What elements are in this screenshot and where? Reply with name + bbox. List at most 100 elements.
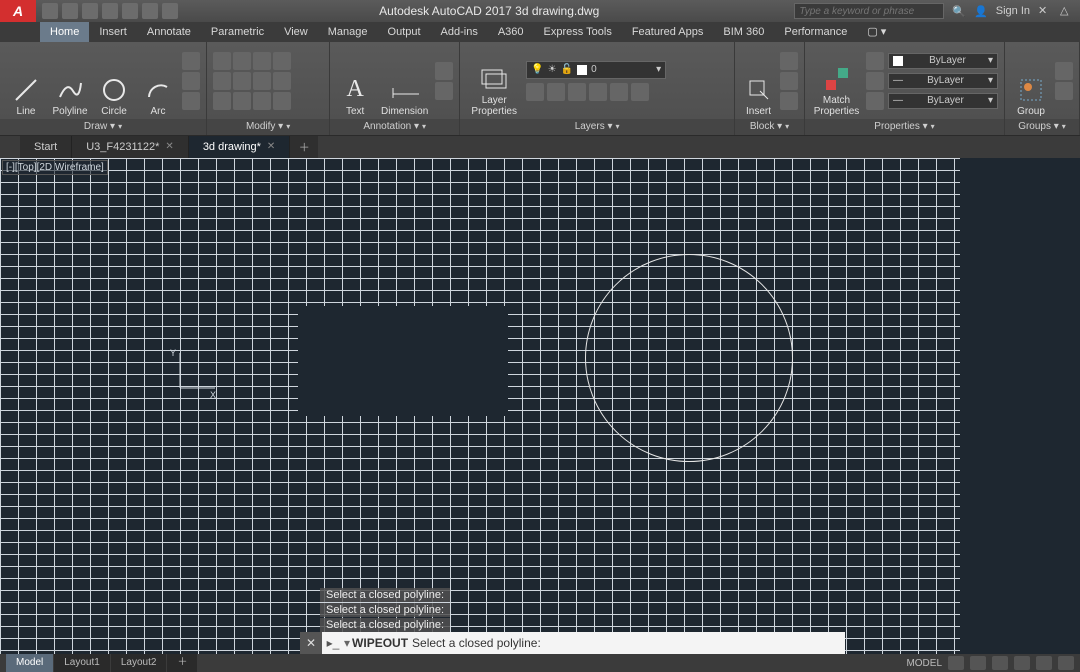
ribbon-tab-annotate[interactable]: Annotate bbox=[137, 22, 201, 42]
signin-label[interactable]: Sign In bbox=[996, 5, 1030, 17]
panel-title-annotation[interactable]: Annotation ▾ bbox=[330, 119, 459, 135]
lineweight-dropdown[interactable]: —ByLayer▾ bbox=[888, 73, 998, 89]
edit-attr-icon[interactable] bbox=[780, 92, 798, 110]
current-layer-dropdown[interactable]: 💡 ☀ 🔓 0 ▾ bbox=[526, 61, 666, 79]
layer-make-current-icon[interactable] bbox=[589, 83, 607, 101]
ribbon-tab-manage[interactable]: Manage bbox=[318, 22, 378, 42]
group-edit-icon[interactable] bbox=[1055, 82, 1073, 100]
command-line[interactable]: ✕ ▸_ ▾ WIPEOUT Select a closed polyline: bbox=[300, 632, 845, 654]
offset-icon[interactable] bbox=[273, 92, 291, 110]
stretch-icon[interactable] bbox=[213, 92, 231, 110]
model-space-label[interactable]: MODEL bbox=[906, 658, 942, 669]
fillet-icon[interactable] bbox=[253, 72, 271, 90]
panel-title-layers[interactable]: Layers ▾ bbox=[460, 119, 734, 135]
rotate-icon[interactable] bbox=[233, 52, 251, 70]
command-close-icon[interactable]: ✕ bbox=[300, 632, 322, 654]
move-icon[interactable] bbox=[213, 52, 231, 70]
help-icon[interactable]: △ bbox=[1060, 4, 1074, 18]
panel-title-properties[interactable]: Properties ▾ bbox=[805, 119, 1004, 135]
new-tab-button[interactable]: ＋ bbox=[290, 136, 318, 158]
file-tab-start[interactable]: Start bbox=[20, 136, 72, 158]
tool-circle[interactable]: Circle bbox=[94, 45, 134, 117]
mirror-icon[interactable] bbox=[233, 72, 251, 90]
ungroup-icon[interactable] bbox=[1055, 62, 1073, 80]
qat-plot-icon[interactable] bbox=[122, 3, 138, 19]
draw-flyout-2-icon[interactable] bbox=[182, 72, 200, 90]
draw-flyout-3-icon[interactable] bbox=[182, 92, 200, 110]
panel-title-modify[interactable]: Modify ▾ bbox=[207, 119, 329, 135]
prop-list1-icon[interactable] bbox=[866, 52, 884, 70]
qat-save-icon[interactable] bbox=[82, 3, 98, 19]
exchange-icon[interactable]: ✕ bbox=[1038, 4, 1052, 18]
tool-dimension[interactable]: Dimension bbox=[378, 45, 431, 117]
panel-title-draw[interactable]: Draw ▾ bbox=[0, 119, 206, 135]
layout-tab-model[interactable]: Model bbox=[6, 654, 53, 672]
file-tab-2[interactable]: 3d drawing*✕ bbox=[189, 136, 290, 158]
ribbon-tab-parametric[interactable]: Parametric bbox=[201, 22, 274, 42]
copy-icon[interactable] bbox=[213, 72, 231, 90]
polar-toggle-icon[interactable] bbox=[1014, 656, 1030, 670]
lineweight-toggle-icon[interactable] bbox=[1058, 656, 1074, 670]
snap-toggle-icon[interactable] bbox=[970, 656, 986, 670]
explode-icon[interactable] bbox=[273, 72, 291, 90]
tool-group[interactable]: Group bbox=[1011, 45, 1051, 117]
prop-list3-icon[interactable] bbox=[866, 92, 884, 110]
layout-tab-add[interactable]: ＋ bbox=[167, 654, 197, 672]
close-icon[interactable]: ✕ bbox=[165, 136, 173, 158]
ribbon-tab-addins[interactable]: Add-ins bbox=[431, 22, 488, 42]
ortho-toggle-icon[interactable] bbox=[992, 656, 1008, 670]
qat-new-icon[interactable] bbox=[42, 3, 58, 19]
trim-icon[interactable] bbox=[253, 52, 271, 70]
layer-previous-icon[interactable] bbox=[631, 83, 649, 101]
ribbon-tab-featured[interactable]: Featured Apps bbox=[622, 22, 714, 42]
osnap-toggle-icon[interactable] bbox=[1036, 656, 1052, 670]
layer-lock-icon[interactable] bbox=[568, 83, 586, 101]
qat-redo-icon[interactable] bbox=[162, 3, 178, 19]
edit-block-icon[interactable] bbox=[780, 72, 798, 90]
ribbon-tab-express[interactable]: Express Tools bbox=[534, 22, 622, 42]
leader-icon[interactable] bbox=[435, 62, 453, 80]
ribbon-tab-insert[interactable]: Insert bbox=[89, 22, 137, 42]
layout-tab-1[interactable]: Layout1 bbox=[54, 654, 110, 672]
layout-tab-2[interactable]: Layout2 bbox=[111, 654, 167, 672]
create-block-icon[interactable] bbox=[780, 52, 798, 70]
ribbon-tab-performance[interactable]: Performance bbox=[774, 22, 857, 42]
panel-title-block[interactable]: Block ▾ bbox=[735, 119, 804, 135]
tool-arc[interactable]: Arc bbox=[138, 45, 178, 117]
ribbon-extras-icon[interactable]: ▢ ▾ bbox=[857, 22, 896, 42]
tool-insert[interactable]: Insert bbox=[741, 45, 776, 117]
tool-layer-properties[interactable]: Layer Properties bbox=[466, 45, 522, 117]
tool-text[interactable]: A Text bbox=[336, 45, 374, 117]
layer-freeze-icon[interactable] bbox=[547, 83, 565, 101]
infocenter-icon[interactable]: 🔍 bbox=[952, 5, 966, 18]
help-search-input[interactable] bbox=[794, 3, 944, 19]
ribbon-tab-home[interactable]: Home bbox=[40, 22, 89, 42]
file-tab-1[interactable]: U3_F4231122*✕ bbox=[72, 136, 189, 158]
signin-icon[interactable]: 👤 bbox=[974, 5, 988, 18]
app-logo[interactable]: A bbox=[0, 0, 36, 22]
color-dropdown[interactable]: ByLayer▾ bbox=[888, 53, 998, 69]
layer-off-icon[interactable] bbox=[526, 83, 544, 101]
qat-open-icon[interactable] bbox=[62, 3, 78, 19]
table-icon[interactable] bbox=[435, 82, 453, 100]
erase-icon[interactable] bbox=[273, 52, 291, 70]
qat-saveas-icon[interactable] bbox=[102, 3, 118, 19]
layer-match-icon[interactable] bbox=[610, 83, 628, 101]
tool-match-properties[interactable]: Match Properties bbox=[811, 45, 862, 117]
ribbon-tab-bim360[interactable]: BIM 360 bbox=[713, 22, 774, 42]
tool-polyline[interactable]: Polyline bbox=[50, 45, 90, 117]
draw-flyout-1-icon[interactable] bbox=[182, 52, 200, 70]
linetype-dropdown[interactable]: —ByLayer▾ bbox=[888, 93, 998, 109]
viewport-controls[interactable]: [-][Top][2D Wireframe] bbox=[2, 160, 108, 175]
tool-line[interactable]: Line bbox=[6, 45, 46, 117]
ribbon-tab-output[interactable]: Output bbox=[378, 22, 431, 42]
scale-icon[interactable] bbox=[233, 92, 251, 110]
drawing-canvas[interactable]: [-][Top][2D Wireframe] YX Select a close… bbox=[0, 158, 1080, 654]
close-icon[interactable]: ✕ bbox=[267, 136, 275, 158]
grid-toggle-icon[interactable] bbox=[948, 656, 964, 670]
array-icon[interactable] bbox=[253, 92, 271, 110]
qat-undo-icon[interactable] bbox=[142, 3, 158, 19]
ribbon-tab-view[interactable]: View bbox=[274, 22, 318, 42]
ribbon-tab-a360[interactable]: A360 bbox=[488, 22, 534, 42]
prop-list2-icon[interactable] bbox=[866, 72, 884, 90]
